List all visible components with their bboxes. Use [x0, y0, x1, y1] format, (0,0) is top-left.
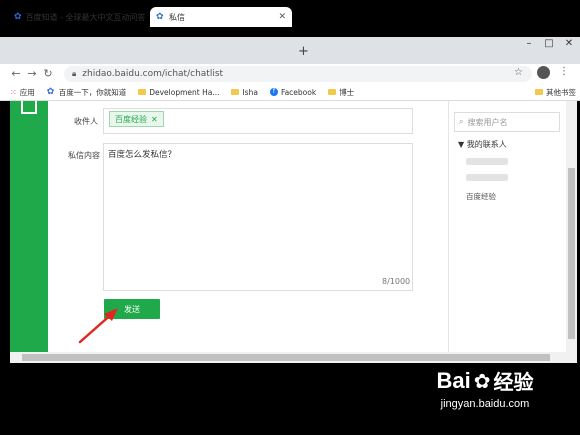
reload-icon[interactable]: ↻: [40, 66, 56, 82]
blurred-contact: [466, 174, 508, 181]
blurred-contact: [466, 158, 508, 165]
bookmark-label: 应用: [19, 87, 35, 97]
left-nav-bar: [10, 101, 48, 363]
baidu-jingyan-watermark: Bai ✿ 经验 jingyan.baidu.com: [400, 366, 570, 426]
char-counter: 8/1000: [382, 277, 411, 286]
contact-item[interactable]: 百度经验: [466, 191, 496, 202]
lock-icon: 🔒︎: [72, 69, 77, 78]
horizontal-scroll-thumb[interactable]: [22, 354, 550, 361]
search-placeholder: 搜索用户名: [467, 117, 508, 127]
bookmark-label: Development Ha...: [149, 87, 220, 97]
remove-tag-icon[interactable]: ✕: [151, 115, 158, 124]
recipient-tag-label: 百度经验: [115, 114, 147, 124]
contacts-title[interactable]: ▼ 我的联系人: [458, 139, 507, 150]
bookmark-development[interactable]: Development Ha...: [138, 88, 219, 97]
close-tab-icon[interactable]: ✕: [278, 12, 286, 22]
profile-avatar[interactable]: [537, 66, 550, 79]
menu-icon[interactable]: ⋮: [559, 66, 569, 77]
recipient-label: 收件人: [74, 117, 98, 126]
bookmark-label: 其他书签: [546, 87, 576, 97]
paw-icon: ✿: [156, 11, 164, 22]
search-icon: ⌕: [459, 117, 464, 126]
bookmark-baidu[interactable]: ✿ 百度一下，你就知道: [47, 87, 127, 98]
minimize-button[interactable]: –: [520, 38, 538, 50]
bookmark-isha[interactable]: Isha: [231, 87, 258, 97]
star-icon[interactable]: ☆: [514, 67, 523, 78]
paw-icon: ✿: [473, 368, 491, 393]
tab-label: 私信: [169, 12, 185, 22]
bookmarks-bar: ⁙ 应用 ✿ 百度一下，你就知道 Development Ha... Isha …: [0, 84, 580, 101]
apps-icon: ⁙: [10, 87, 17, 97]
other-bookmarks[interactable]: 其他书签: [535, 87, 576, 98]
new-tab-button[interactable]: +: [298, 44, 309, 59]
screen: { "browser": { "tabs": [ {"label": "百度知道…: [0, 0, 580, 435]
watermark-brand2: 经验: [493, 370, 534, 394]
folder-icon: [328, 89, 337, 95]
paw-icon: ✿: [14, 11, 22, 22]
close-window-button[interactable]: ✕: [560, 38, 578, 50]
forward-icon[interactable]: →: [24, 66, 40, 82]
folder-icon: [535, 89, 543, 95]
message-textarea[interactable]: [103, 143, 413, 291]
user-search-input[interactable]: ⌕ 搜索用户名: [454, 112, 560, 132]
bookmark-label: 博士: [339, 87, 355, 97]
bookmark-label: Isha: [242, 87, 258, 97]
red-arrow-annotation: [78, 308, 118, 344]
url-text: zhidao.baidu.com/ichat/chatlist: [82, 69, 224, 79]
address-bar[interactable]: 🔒︎ zhidao.baidu.com/ichat/chatlist: [64, 66, 532, 82]
message-label: 私信内容: [68, 151, 100, 160]
folder-icon: [138, 89, 147, 95]
paw-icon: ✿: [46, 86, 55, 97]
tab-baidu-zhidao[interactable]: ✿ 百度知道 - 全球最大中文互动问答 ✕: [8, 7, 148, 27]
facebook-icon: f: [269, 88, 278, 96]
tab-strip: [0, 37, 580, 64]
edit-icon[interactable]: [21, 101, 37, 114]
bookmark-apps[interactable]: ⁙ 应用: [10, 87, 35, 98]
bookmark-doctor[interactable]: 博士: [328, 87, 354, 98]
recipient-tag: 百度经验 ✕: [109, 111, 164, 127]
bookmark-label: Facebook: [280, 87, 317, 97]
bookmark-label: 百度一下，你就知道: [58, 87, 127, 97]
back-icon[interactable]: ←: [8, 66, 24, 82]
message-text: 百度怎么发私信？: [108, 150, 177, 160]
tab-private-message[interactable]: ✿ 私信 ✕: [150, 7, 292, 27]
tab-label: 百度知道 - 全球最大中文互动问答: [25, 12, 146, 22]
maximize-button[interactable]: □: [540, 38, 558, 50]
watermark-url: jingyan.baidu.com: [440, 398, 530, 410]
folder-icon: [231, 89, 240, 95]
watermark-brand: Bai: [436, 367, 471, 393]
vertical-scroll-thumb[interactable]: [568, 168, 575, 339]
bookmark-facebook[interactable]: f Facebook: [269, 87, 317, 97]
